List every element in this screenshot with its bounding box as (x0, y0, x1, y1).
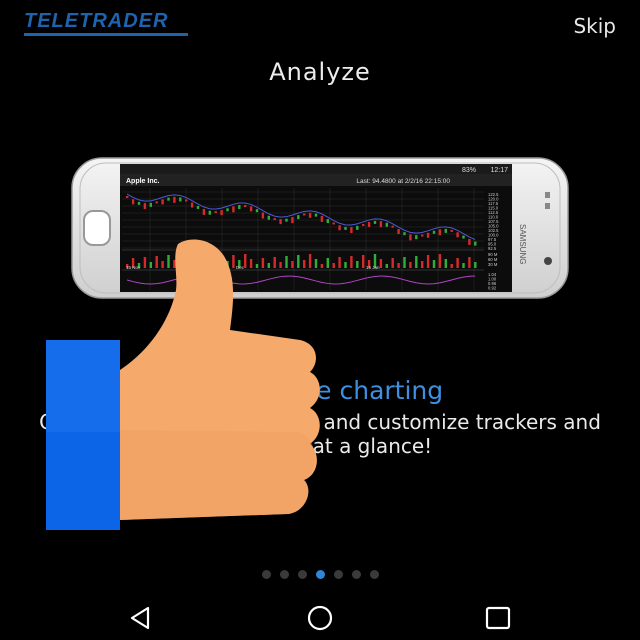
home-circle-icon (307, 605, 333, 631)
recents-button[interactable] (478, 604, 518, 632)
back-button[interactable] (122, 604, 162, 632)
pager-dot[interactable] (261, 570, 271, 579)
navigation-bar (0, 596, 640, 640)
page-indicator (0, 570, 640, 579)
home-button[interactable] (300, 604, 340, 632)
pager-dot[interactable] (369, 570, 379, 579)
pager-dot[interactable] (351, 570, 361, 579)
thumbs-up-icon (46, 239, 320, 530)
pager-dot[interactable] (297, 570, 307, 579)
back-triangle-icon (130, 606, 150, 630)
pager-dot[interactable] (333, 570, 343, 579)
pager-dot[interactable] (279, 570, 289, 579)
recents-square-icon (485, 606, 511, 630)
pager-dot[interactable] (315, 570, 325, 579)
